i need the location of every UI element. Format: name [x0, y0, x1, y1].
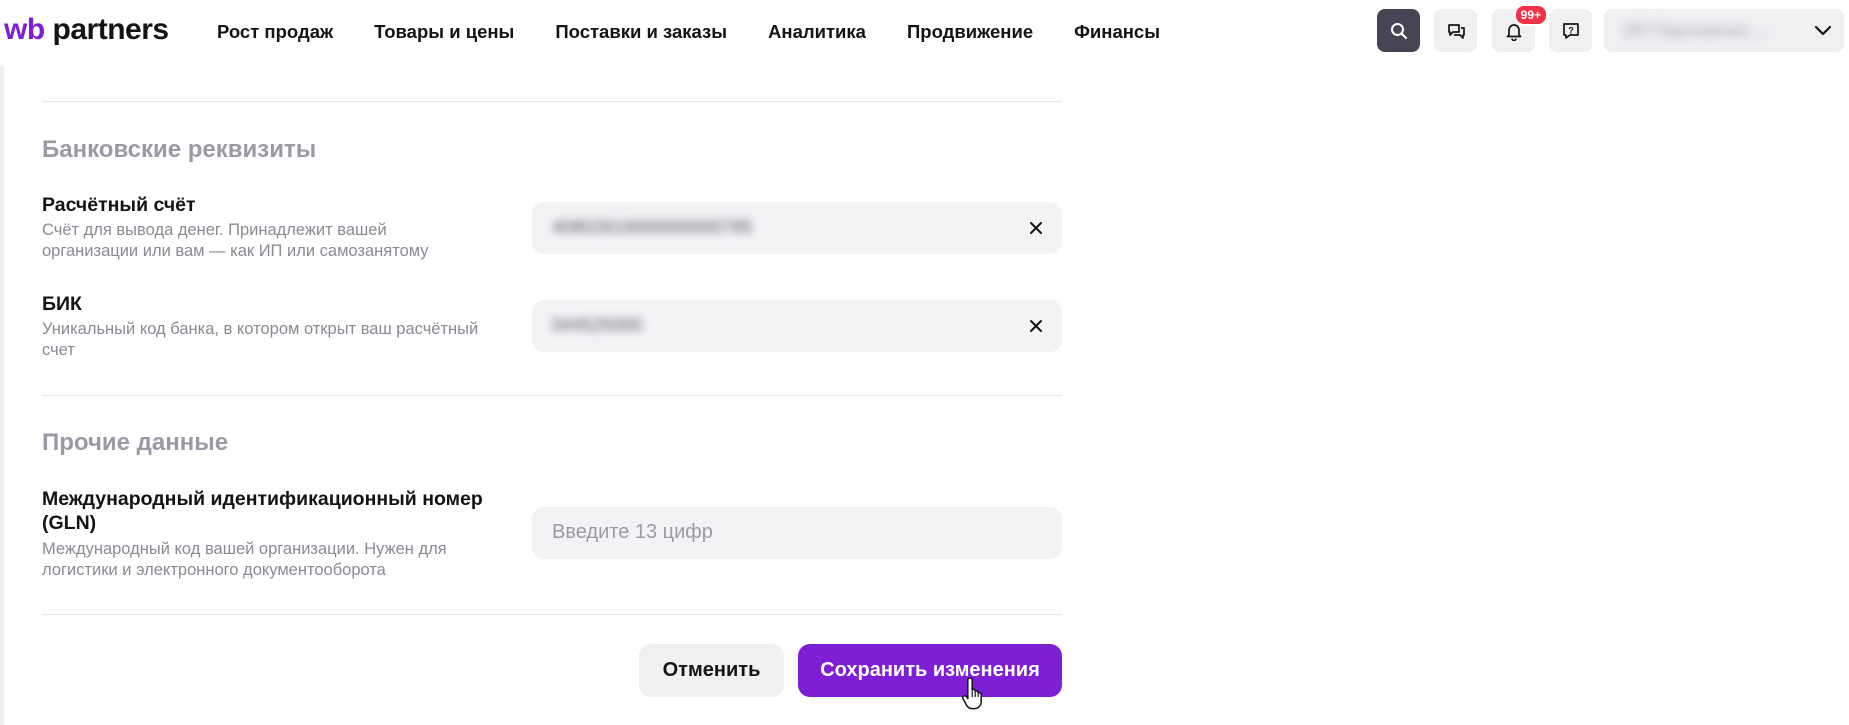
- main-nav: Рост продаж Товары и цены Поставки и зак…: [217, 19, 1201, 45]
- pointer-cursor-icon: [962, 677, 982, 710]
- nav-sales-growth[interactable]: Рост продаж: [217, 19, 333, 45]
- save-changes-button[interactable]: Сохранить изменения: [798, 644, 1062, 697]
- bik-label: БИК: [42, 293, 82, 315]
- cancel-button[interactable]: Отменить: [639, 644, 784, 697]
- nav-products-prices[interactable]: Товары и цены: [374, 19, 514, 45]
- bank-details-title: Банковские реквизиты: [42, 136, 317, 163]
- logo-text: partners: [52, 13, 170, 46]
- bik-input[interactable]: 044525000: [532, 300, 1062, 352]
- wb-partners-logo[interactable]: wb partners: [4, 12, 169, 48]
- account-value: 40802810000000000785: [552, 217, 753, 237]
- gln-hint: Международный код вашей организации. Нуж…: [42, 540, 447, 579]
- section-divider: [42, 395, 1062, 396]
- nav-finance[interactable]: Финансы: [1074, 19, 1160, 45]
- chat-icon: [1447, 23, 1465, 39]
- account-hint: Счёт для вывода денег. Принадлежит вашей…: [42, 221, 429, 260]
- search-icon: [1390, 22, 1407, 39]
- bik-hint: Уникальный код банка, в котором открыт в…: [42, 320, 479, 359]
- nav-promotion[interactable]: Продвижение: [907, 19, 1033, 45]
- notification-badge: 99+: [1513, 4, 1548, 26]
- section-divider: [42, 614, 1062, 615]
- section-divider: [42, 101, 1062, 102]
- sidebar-edge: [0, 66, 4, 725]
- account-input[interactable]: 40802810000000000785: [532, 202, 1062, 254]
- help-button[interactable]: ?: [1549, 9, 1592, 52]
- help-icon: ?: [1562, 22, 1579, 39]
- chat-button[interactable]: [1434, 9, 1477, 52]
- account-clear-button[interactable]: [1024, 216, 1048, 240]
- nav-supplies-orders[interactable]: Поставки и заказы: [555, 19, 727, 45]
- gln-label: Международный идентификационный номер (G…: [42, 488, 483, 534]
- logo-prefix: wb: [4, 13, 45, 46]
- gln-input[interactable]: Введите 13 цифр: [532, 507, 1062, 559]
- svg-text:?: ?: [1568, 25, 1574, 35]
- top-header: wb partners Рост продаж Товары и цены По…: [0, 0, 1849, 66]
- other-data-title: Прочие данные: [42, 429, 229, 456]
- notifications-button[interactable]: 99+: [1492, 4, 1548, 52]
- account-name: ИП Пархоменко ...: [1624, 21, 1769, 40]
- bik-value: 044525000: [552, 315, 643, 335]
- clear-icon: [1030, 320, 1042, 332]
- account-selector[interactable]: ИП Пархоменко ...: [1604, 9, 1844, 52]
- chevron-down-icon: [1814, 25, 1832, 36]
- search-button[interactable]: [1377, 9, 1420, 52]
- account-label: Расчётный счёт: [42, 194, 196, 216]
- bik-clear-button[interactable]: [1024, 314, 1048, 338]
- nav-analytics[interactable]: Аналитика: [768, 19, 866, 45]
- clear-icon: [1030, 222, 1042, 234]
- gln-placeholder: Введите 13 цифр: [552, 521, 713, 543]
